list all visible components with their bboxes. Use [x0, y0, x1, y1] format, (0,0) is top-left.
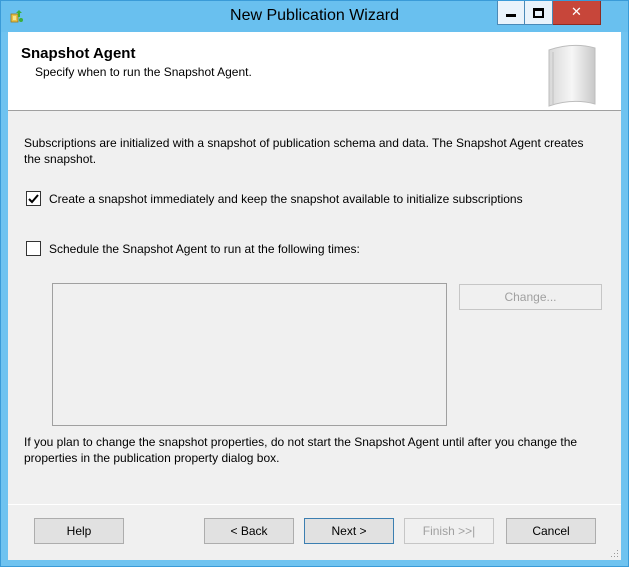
maximize-button[interactable]: [525, 1, 553, 25]
create-snapshot-label: Create a snapshot immediately and keep t…: [49, 191, 523, 206]
resize-grip-icon[interactable]: [609, 548, 619, 558]
back-button[interactable]: < Back: [204, 518, 294, 544]
header-panel: Snapshot Agent Specify when to run the S…: [8, 32, 621, 111]
minimize-icon: [506, 14, 516, 17]
maximize-icon: [533, 7, 544, 18]
intro-text: Subscriptions are initialized with a sna…: [24, 136, 584, 166]
create-snapshot-option[interactable]: Create a snapshot immediately and keep t…: [26, 191, 523, 206]
schedule-textbox: [52, 283, 447, 426]
cancel-button[interactable]: Cancel: [506, 518, 596, 544]
close-button[interactable]: ✕: [553, 1, 601, 25]
close-icon: ✕: [571, 5, 582, 20]
footer-divider: [8, 504, 621, 505]
finish-button[interactable]: Finish >>|: [404, 518, 494, 544]
note-text: If you plan to change the snapshot prope…: [24, 435, 578, 465]
page-title: Snapshot Agent: [21, 45, 136, 62]
change-button[interactable]: Change...: [459, 284, 602, 310]
book-graphic: [548, 44, 596, 107]
checkmark-icon: [28, 193, 39, 203]
minimize-button[interactable]: [497, 1, 525, 25]
next-button[interactable]: Next >: [304, 518, 394, 544]
create-snapshot-checkbox[interactable]: [26, 191, 41, 206]
wizard-body: Snapshot Agent Specify when to run the S…: [8, 32, 621, 560]
help-button[interactable]: Help: [34, 518, 124, 544]
schedule-agent-checkbox[interactable]: [26, 241, 41, 256]
schedule-agent-label: Schedule the Snapshot Agent to run at th…: [49, 241, 360, 256]
schedule-agent-option[interactable]: Schedule the Snapshot Agent to run at th…: [26, 241, 360, 256]
page-subtitle: Specify when to run the Snapshot Agent.: [35, 65, 252, 79]
wizard-window: New Publication Wizard ✕ Snapshot Agent …: [0, 0, 629, 567]
title-bar[interactable]: New Publication Wizard ✕: [1, 1, 628, 32]
